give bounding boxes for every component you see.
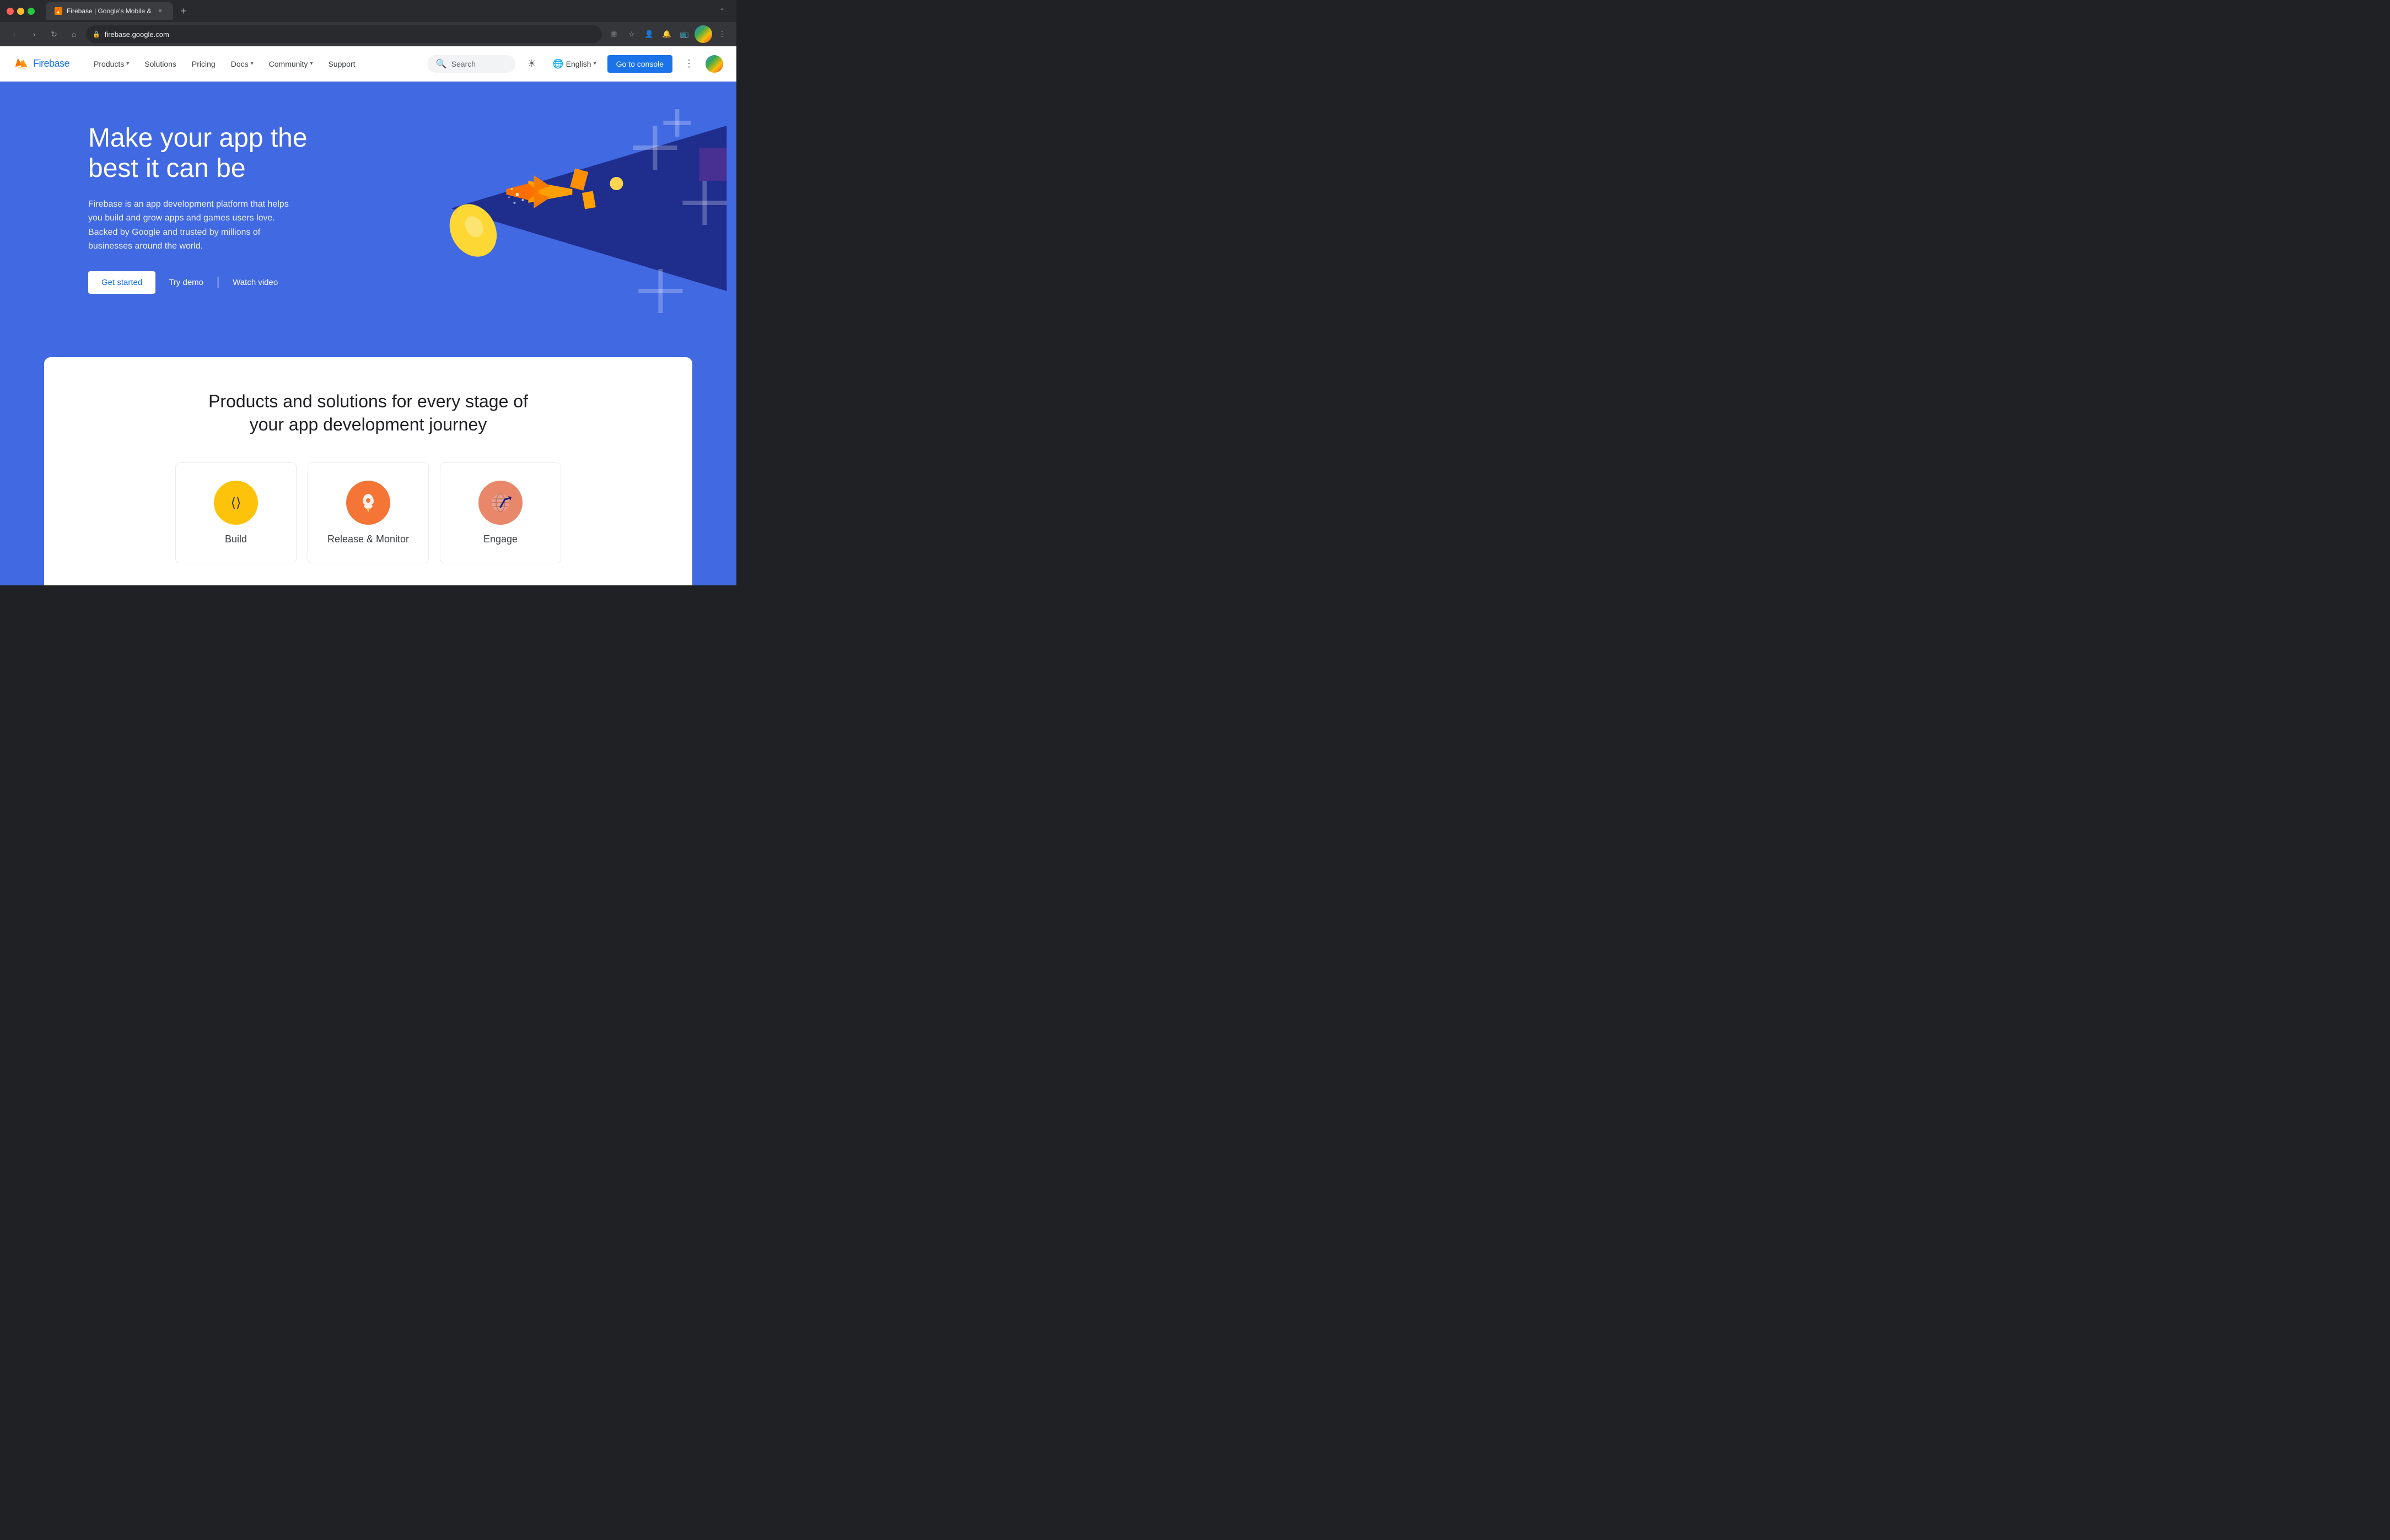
navbar-right: 🔍 Search ☀ 🌐 English ▾ Go to console ⋮ — [427, 54, 723, 74]
nav-support[interactable]: Support — [321, 56, 362, 72]
window-controls: ⌃ — [714, 3, 730, 19]
watch-video-button[interactable]: Watch video — [233, 271, 278, 294]
hero-description: Firebase is an app development platform … — [88, 197, 298, 254]
active-tab[interactable]: 🔥 Firebase | Google's Mobile & ✕ — [46, 2, 173, 20]
engage-icon-svg — [488, 491, 513, 515]
browser-nav-actions: ⊞ ☆ 👤 🔔 📺 ⋮ — [606, 25, 730, 43]
website-content: Firebase Products ▾ Solutions Pricing Do… — [0, 46, 736, 585]
search-icon: 🔍 — [436, 58, 447, 69]
language-selector[interactable]: 🌐 English ▾ — [548, 55, 601, 73]
main-navbar: Firebase Products ▾ Solutions Pricing Do… — [0, 46, 736, 82]
new-tab-button[interactable]: + — [175, 3, 191, 19]
build-icon-svg: ⟨⟩ — [225, 492, 247, 514]
go-to-console-button[interactable]: Go to console — [607, 55, 672, 73]
product-card-build[interactable]: ⟨⟩ Build — [175, 462, 297, 563]
products-title: Products and solutions for every stage o… — [203, 390, 534, 436]
nav-docs[interactable]: Docs ▾ — [224, 56, 260, 72]
hero-illustration — [331, 82, 736, 335]
build-icon: ⟨⟩ — [214, 481, 258, 525]
minimize-window-button[interactable] — [17, 8, 24, 15]
profile-button[interactable]: 👤 — [642, 26, 657, 42]
nav-pricing[interactable]: Pricing — [185, 56, 222, 72]
release-icon-svg — [356, 491, 380, 515]
nav-products[interactable]: Products ▾ — [87, 56, 136, 72]
try-demo-button[interactable]: Try demo — [169, 271, 203, 294]
get-started-button[interactable]: Get started — [88, 271, 155, 294]
button-divider: | — [217, 276, 219, 289]
tab-close-button[interactable]: ✕ — [155, 7, 164, 15]
forward-button[interactable]: › — [26, 26, 42, 42]
reload-button[interactable]: ↻ — [46, 26, 62, 42]
browser-titlebar: 🔥 Firebase | Google's Mobile & ✕ + ⌃ — [0, 0, 736, 22]
address-bar[interactable]: 🔒 firebase.google.com — [86, 25, 602, 43]
nav-community[interactable]: Community ▾ — [262, 56, 320, 72]
engage-label: Engage — [483, 534, 518, 545]
products-section: Products and solutions for every stage o… — [0, 335, 736, 585]
product-card-release[interactable]: Release & Monitor — [308, 462, 429, 563]
hero-content: Make your app the best it can be Firebas… — [88, 123, 320, 294]
browser-chrome: 🔥 Firebase | Google's Mobile & ✕ + ⌃ ‹ ›… — [0, 0, 736, 46]
tab-title: Firebase | Google's Mobile & — [67, 7, 151, 15]
user-avatar[interactable] — [695, 25, 712, 43]
nav-solutions[interactable]: Solutions — [138, 56, 183, 72]
notifications-button[interactable]: 🔔 — [659, 26, 675, 42]
products-chevron-icon: ▾ — [126, 61, 129, 67]
product-card-engage[interactable]: Engage — [440, 462, 561, 563]
url-display: firebase.google.com — [105, 30, 169, 39]
hero-title: Make your app the best it can be — [88, 123, 320, 184]
bookmark-button[interactable]: ☆ — [624, 26, 639, 42]
docs-chevron-icon: ▾ — [251, 61, 254, 67]
cast-button[interactable]: 📺 — [677, 26, 692, 42]
user-avatar-nav[interactable] — [706, 55, 723, 73]
engage-icon — [478, 481, 523, 525]
home-button[interactable]: ⌂ — [66, 26, 82, 42]
svg-text:⟨⟩: ⟨⟩ — [231, 496, 241, 510]
language-label: English — [566, 60, 591, 68]
hero-buttons: Get started Try demo | Watch video — [88, 271, 320, 294]
search-bar[interactable]: 🔍 Search — [427, 55, 515, 73]
nav-links: Products ▾ Solutions Pricing Docs ▾ Comm… — [87, 56, 427, 72]
tab-favicon: 🔥 — [55, 7, 62, 15]
community-chevron-icon: ▾ — [310, 61, 313, 67]
firebase-logo-icon — [13, 56, 29, 72]
back-button[interactable]: ‹ — [7, 26, 22, 42]
lock-icon: 🔒 — [93, 31, 100, 38]
fullscreen-window-button[interactable] — [28, 8, 35, 15]
search-label: Search — [451, 60, 476, 68]
more-menu-button[interactable]: ⋮ — [679, 54, 699, 74]
traffic-lights — [7, 8, 35, 15]
brand-logo[interactable]: Firebase — [13, 56, 69, 72]
products-card: Products and solutions for every stage o… — [44, 357, 692, 585]
globe-icon: 🌐 — [553, 58, 564, 69]
build-label: Build — [225, 534, 247, 545]
release-icon — [346, 481, 390, 525]
extensions-button[interactable]: ⊞ — [606, 26, 622, 42]
tab-bar: 🔥 Firebase | Google's Mobile & ✕ + — [46, 2, 710, 20]
hero-illustration-svg — [331, 82, 736, 335]
firebase-wordmark: Firebase — [33, 58, 69, 69]
close-window-button[interactable] — [7, 8, 14, 15]
more-options-button[interactable]: ⋮ — [714, 26, 730, 42]
theme-toggle-button[interactable]: ☀ — [522, 54, 542, 74]
release-label: Release & Monitor — [327, 534, 409, 545]
hero-section: Make your app the best it can be Firebas… — [0, 82, 736, 335]
language-chevron-icon: ▾ — [594, 61, 596, 67]
products-grid: ⟨⟩ Build — [66, 462, 670, 563]
browser-navigation: ‹ › ↻ ⌂ 🔒 firebase.google.com ⊞ ☆ 👤 🔔 📺 … — [0, 22, 736, 46]
